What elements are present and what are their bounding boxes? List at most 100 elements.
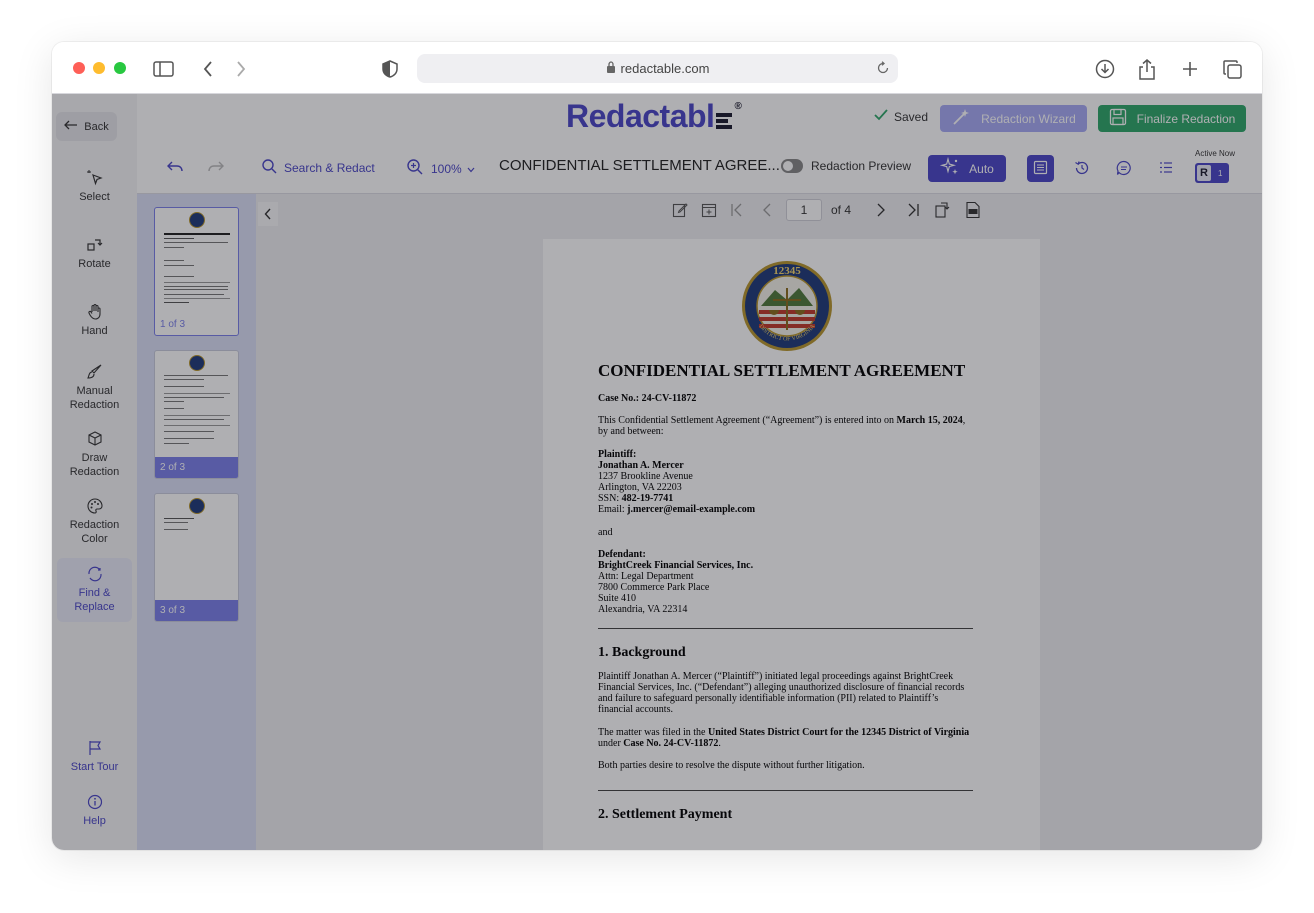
- redo-icon[interactable]: [207, 159, 225, 180]
- palette-icon: [86, 497, 104, 515]
- find-replace-tool[interactable]: Find & Replace: [57, 558, 132, 622]
- insert-page-icon[interactable]: [701, 202, 717, 221]
- active-count: 1: [1218, 168, 1223, 178]
- defendant-block: Defendant: BrightCreek Financial Service…: [598, 549, 973, 615]
- redaction-wizard-button[interactable]: Redaction Wizard: [940, 105, 1087, 132]
- thumbnail-page-1[interactable]: 1 of 3: [154, 207, 239, 336]
- hand-tool[interactable]: Hand: [57, 303, 132, 338]
- minimize-window-button[interactable]: [93, 62, 105, 74]
- defendant-attn: Attn: Legal Department: [598, 571, 694, 582]
- manual-redaction-tool[interactable]: Manual Redaction: [57, 363, 132, 412]
- logo-registered-mark: ®: [734, 101, 742, 112]
- thumbnail-label-1: 1 of 3: [160, 319, 186, 330]
- page-number-input[interactable]: 1: [786, 199, 822, 221]
- previous-page-icon[interactable]: [762, 203, 772, 220]
- undo-icon[interactable]: [166, 159, 184, 180]
- logo-bars-icon: [716, 101, 734, 138]
- saved-label: Saved: [894, 109, 929, 124]
- redaction-preview-label: Redaction Preview: [811, 159, 912, 173]
- tool-sidebar: Back Select Rotate Hand Manual Redaction…: [52, 94, 137, 850]
- magic-wand-icon: [951, 107, 971, 130]
- rotate-tool-label: Rotate: [78, 258, 111, 270]
- edit-page-icon[interactable]: [672, 202, 688, 221]
- download-icon[interactable]: [1094, 58, 1116, 80]
- zoom-dropdown[interactable]: 100%: [407, 159, 475, 178]
- new-tab-icon[interactable]: [1179, 58, 1201, 80]
- search-redact-button[interactable]: Search & Redact: [262, 159, 375, 177]
- draw-redaction-tool[interactable]: Draw Redaction: [57, 430, 132, 479]
- manual-redaction-label: Manual Redaction: [69, 385, 120, 411]
- reload-icon[interactable]: [876, 61, 890, 78]
- defendant-address-line1: 7800 Commerce Park Place: [598, 582, 710, 593]
- section-2-title: 2. Settlement Payment: [598, 807, 733, 822]
- document-panel-button[interactable]: [1027, 155, 1054, 182]
- next-page-icon[interactable]: [876, 203, 886, 220]
- active-users[interactable]: R 1: [1195, 163, 1229, 183]
- court-text-end: .: [718, 738, 721, 749]
- help-button[interactable]: Help: [57, 793, 132, 828]
- browser-toolbar: redactable.com: [52, 42, 1262, 94]
- chevron-down-icon: [467, 162, 475, 176]
- first-page-icon[interactable]: [730, 203, 744, 220]
- start-tour-label: Start Tour: [70, 761, 119, 773]
- close-window-button[interactable]: [73, 62, 85, 74]
- redaction-color-label: Redaction Color: [69, 519, 120, 545]
- email-label: Email:: [598, 504, 628, 515]
- browser-window: redactable.com Back Select Rotate Hand M…: [52, 42, 1262, 850]
- help-label: Help: [83, 815, 106, 827]
- defendant-name: BrightCreek Financial Services, Inc.: [598, 560, 754, 571]
- court-text: The matter was filed in the: [598, 727, 708, 738]
- active-now-label: Active Now: [1195, 149, 1236, 158]
- forward-arrow-icon[interactable]: [230, 58, 252, 80]
- back-arrow-icon[interactable]: [197, 58, 219, 80]
- rotate-page-icon[interactable]: [933, 201, 951, 222]
- toggle-switch[interactable]: [781, 159, 803, 173]
- address-bar[interactable]: redactable.com: [417, 54, 898, 83]
- redaction-color-tool[interactable]: Redaction Color: [57, 497, 132, 546]
- draw-redaction-label: Draw Redaction: [69, 452, 120, 478]
- defendant-address-line3: Alexandria, VA 22314: [598, 604, 688, 615]
- history-icon[interactable]: [1074, 160, 1090, 181]
- plaintiff-heading: Plaintiff:: [598, 449, 637, 460]
- rotate-tool[interactable]: Rotate: [57, 236, 132, 271]
- export-pdf-icon[interactable]: [964, 201, 982, 222]
- shield-icon[interactable]: [379, 58, 401, 80]
- redaction-preview-toggle[interactable]: Redaction Preview: [781, 159, 911, 173]
- app-root: Back Select Rotate Hand Manual Redaction…: [52, 94, 1262, 850]
- zoom-in-icon: [407, 159, 423, 178]
- sidebar-toggle-icon[interactable]: [152, 58, 174, 80]
- agreement-date: March 15, 2024: [896, 415, 963, 426]
- share-icon[interactable]: [1136, 58, 1158, 80]
- section-divider: [598, 628, 973, 629]
- intro-text: This Confidential Settlement Agreement (…: [598, 415, 897, 426]
- maximize-window-button[interactable]: [114, 62, 126, 74]
- thumbnail-page-3[interactable]: 3 of 3: [154, 493, 239, 622]
- finalize-redaction-button[interactable]: Finalize Redaction: [1098, 105, 1246, 132]
- auto-redact-button[interactable]: Auto: [928, 155, 1006, 182]
- collapse-thumbnails-icon[interactable]: [258, 202, 278, 226]
- list-icon[interactable]: [1159, 161, 1173, 179]
- zoom-value: 100%: [431, 161, 462, 176]
- find-replace-label: Find & Replace: [74, 587, 115, 613]
- thumbnail-page-2[interactable]: 2 of 3: [154, 350, 239, 479]
- select-tool[interactable]: Select: [57, 169, 132, 204]
- document-panel-icon: [1033, 160, 1048, 178]
- hand-icon: [86, 303, 104, 321]
- logo: Redactabl ®: [566, 98, 742, 138]
- lock-icon: [606, 61, 616, 76]
- redaction-wizard-label: Redaction Wizard: [981, 111, 1076, 126]
- page-total: of 4: [831, 203, 852, 217]
- comment-icon[interactable]: [1116, 160, 1132, 181]
- rotate-icon: [86, 236, 104, 254]
- email-value: j.mercer@email-example.com: [627, 504, 756, 515]
- brush-icon: [86, 363, 104, 381]
- finalize-redaction-label: Finalize Redaction: [1136, 111, 1236, 126]
- tab-overview-icon[interactable]: [1221, 58, 1243, 80]
- section-divider-2: [598, 790, 973, 791]
- back-button[interactable]: Back: [56, 112, 117, 141]
- and-text: and: [598, 527, 613, 538]
- section-1-paragraph-3: Both parties desire to resolve the dispu…: [598, 760, 865, 771]
- start-tour-button[interactable]: Start Tour: [57, 739, 132, 774]
- defendant-address-line2: Suite 410: [598, 593, 637, 604]
- last-page-icon[interactable]: [906, 203, 920, 220]
